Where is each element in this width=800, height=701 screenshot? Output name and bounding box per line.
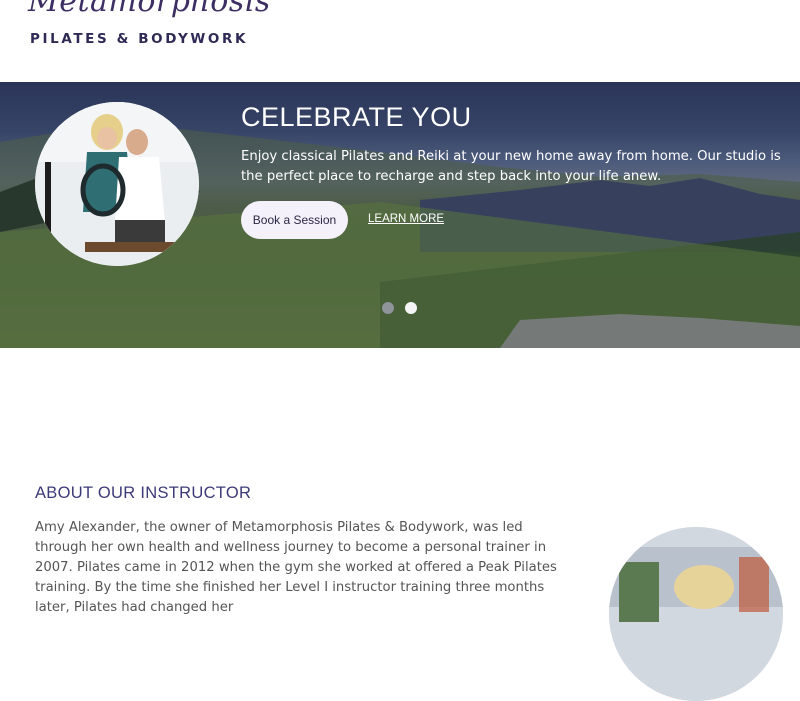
about-heading: ABOUT OUR INSTRUCTOR — [35, 484, 252, 502]
hero-banner: CELEBRATE YOU Enjoy classical Pilates an… — [0, 82, 800, 348]
logo-subtitle[interactable]: PILATES & BODYWORK — [30, 31, 248, 47]
about-paragraph: Amy Alexander, the owner of Metamorphosi… — [35, 520, 557, 615]
hero-title: CELEBRATE YOU — [241, 102, 472, 132]
site-header: Metamorphosis PILATES & BODYWORK — [0, 0, 800, 82]
instructor-session-photo — [35, 102, 199, 266]
learn-more-link[interactable]: LEARN MORE — [368, 213, 444, 225]
hero-portrait-image — [35, 102, 199, 266]
instructor-headshot-photo — [609, 527, 783, 701]
slider-dot-1[interactable] — [382, 302, 394, 314]
hero-description: Enjoy classical Pilates and Reiki at you… — [241, 149, 781, 184]
slider-dot-2[interactable] — [405, 302, 417, 314]
logo-script[interactable]: Metamorphosis — [28, 0, 271, 19]
book-session-button[interactable]: Book a Session — [241, 201, 348, 239]
instructor-portrait-image — [609, 527, 783, 701]
